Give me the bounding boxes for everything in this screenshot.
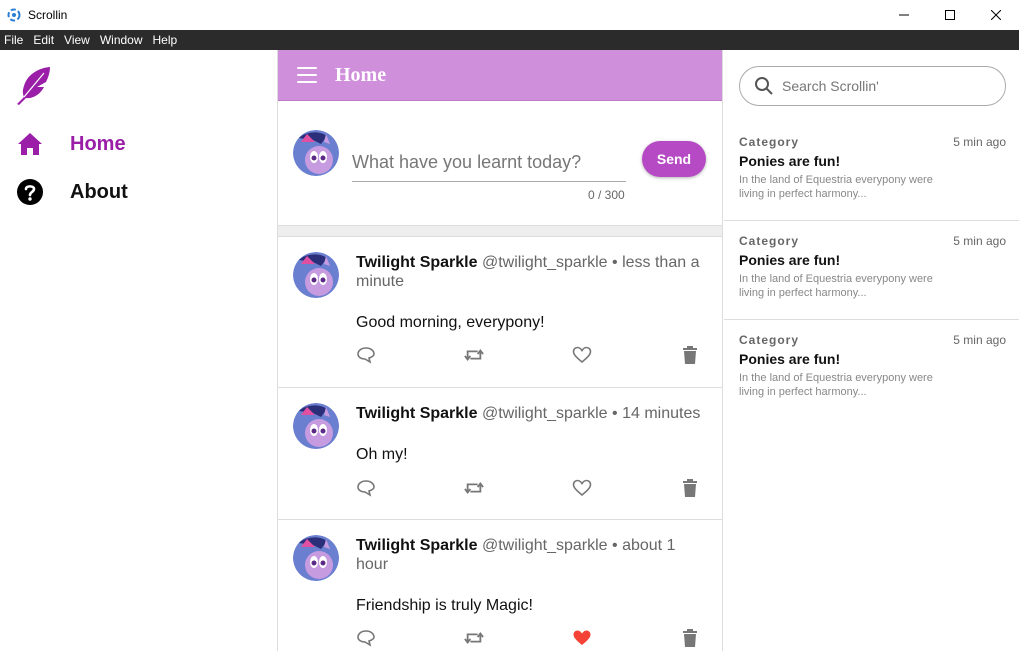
sidebar-item-label: Home	[70, 132, 126, 155]
post-author[interactable]: Twilight Sparkle	[356, 537, 478, 554]
trend-description: In the land of Equestria everypony were …	[739, 372, 933, 398]
window-title: Scrollin	[28, 8, 68, 22]
repost-icon	[464, 481, 484, 495]
repost-button[interactable]	[464, 478, 484, 498]
page-title: Home	[335, 63, 387, 86]
main-feed: Home 0 / 300 Send	[278, 50, 723, 651]
repost-icon	[464, 348, 484, 362]
trend-title: Ponies are fun!	[739, 252, 841, 268]
comment-icon	[357, 480, 375, 497]
maximize-icon	[945, 10, 955, 20]
trash-icon	[683, 479, 697, 497]
post-header: Twilight Sparkle @twilight_sparkle • 14 …	[356, 404, 706, 423]
char-counter: 0 / 300	[588, 188, 625, 202]
delete-button[interactable]	[680, 478, 700, 498]
heart-filled-icon	[573, 630, 591, 645]
like-button[interactable]	[572, 478, 592, 498]
minimize-icon	[899, 14, 909, 16]
menu-bar: File Edit View Window Help	[0, 30, 1019, 50]
post-handle: @twilight_sparkle	[481, 254, 608, 271]
trend-category: Category	[739, 135, 800, 149]
trend-category: Category	[739, 333, 800, 347]
sidebar-item-about[interactable]: About	[16, 177, 128, 207]
trash-icon	[683, 629, 697, 647]
avatar[interactable]	[293, 403, 339, 449]
sidebar-item-home[interactable]: Home	[16, 129, 126, 159]
trend-category: Category	[739, 234, 800, 248]
trend-time: 5 min ago	[953, 333, 1006, 347]
search-icon	[755, 77, 773, 95]
comment-button[interactable]	[356, 345, 376, 365]
trend-time: 5 min ago	[953, 234, 1006, 248]
post-actions	[356, 345, 700, 365]
post-handle: @twilight_sparkle	[481, 537, 608, 554]
post-author[interactable]: Twilight Sparkle	[356, 254, 478, 271]
send-button[interactable]: Send	[642, 141, 706, 177]
post-body: Good morning, everypony!	[356, 314, 545, 331]
feed-header: Home	[278, 50, 722, 101]
compose-input[interactable]	[352, 144, 626, 182]
help-circle-icon	[17, 179, 43, 205]
feather-logo-icon[interactable]	[12, 64, 54, 106]
menu-help[interactable]: Help	[148, 30, 183, 50]
menu-window[interactable]: Window	[95, 30, 148, 50]
post-header: Twilight Sparkle @twilight_sparkle • abo…	[356, 536, 706, 574]
like-button[interactable]	[572, 345, 592, 365]
repost-button[interactable]	[464, 628, 484, 648]
post-header: Twilight Sparkle @twilight_sparkle • les…	[356, 253, 706, 291]
post-actions	[356, 478, 700, 498]
comment-icon	[357, 347, 375, 364]
menu-edit[interactable]: Edit	[28, 30, 59, 50]
feed-divider	[278, 226, 722, 237]
window-titlebar: Scrollin	[0, 0, 1019, 30]
avatar[interactable]	[293, 252, 339, 298]
trend-description: In the land of Equestria everypony were …	[739, 174, 933, 200]
sidebar-item-label: About	[70, 180, 128, 203]
post-item: Twilight Sparkle @twilight_sparkle • 14 …	[278, 388, 722, 520]
delete-button[interactable]	[680, 345, 700, 365]
app-logo-icon	[7, 8, 21, 22]
avatar[interactable]	[293, 535, 339, 581]
trend-time: 5 min ago	[953, 135, 1006, 149]
post-body: Oh my!	[356, 446, 408, 463]
maximize-button[interactable]	[927, 0, 973, 30]
home-icon	[18, 133, 42, 155]
search-box[interactable]	[739, 66, 1006, 106]
delete-button[interactable]	[680, 628, 700, 648]
repost-icon	[464, 631, 484, 645]
comment-button[interactable]	[356, 628, 376, 648]
trend-description: In the land of Equestria everypony were …	[739, 273, 933, 299]
trend-title: Ponies are fun!	[739, 153, 841, 169]
trends-panel: Category 5 min ago Ponies are fun! In th…	[724, 50, 1019, 651]
close-button[interactable]	[973, 0, 1019, 30]
trend-item[interactable]: Category 5 min ago Ponies are fun! In th…	[724, 320, 1019, 419]
trend-item[interactable]: Category 5 min ago Ponies are fun! In th…	[724, 221, 1019, 320]
post-item: Twilight Sparkle @twilight_sparkle • abo…	[278, 520, 722, 651]
sidebar: Home About	[0, 50, 278, 651]
close-icon	[991, 10, 1001, 20]
menu-file[interactable]: File	[0, 30, 28, 50]
post-author[interactable]: Twilight Sparkle	[356, 405, 478, 422]
menu-view[interactable]: View	[59, 30, 95, 50]
search-input[interactable]	[782, 78, 982, 94]
post-handle: @twilight_sparkle	[481, 405, 608, 422]
menu-icon[interactable]	[297, 67, 317, 83]
heart-outline-icon	[572, 479, 592, 497]
trend-item[interactable]: Category 5 min ago Ponies are fun! In th…	[724, 122, 1019, 221]
comment-icon	[357, 630, 375, 647]
post-time: • 14 minutes	[612, 405, 701, 422]
avatar	[293, 130, 339, 176]
composer: 0 / 300 Send	[278, 101, 722, 226]
repost-button[interactable]	[464, 345, 484, 365]
trash-icon	[683, 346, 697, 364]
comment-button[interactable]	[356, 478, 376, 498]
heart-outline-icon	[572, 346, 592, 364]
post-actions	[356, 628, 700, 648]
post-body: Friendship is truly Magic!	[356, 597, 533, 614]
trend-title: Ponies are fun!	[739, 351, 841, 367]
post-item: Twilight Sparkle @twilight_sparkle • les…	[278, 237, 722, 388]
minimize-button[interactable]	[881, 0, 927, 30]
like-button[interactable]	[572, 628, 592, 648]
